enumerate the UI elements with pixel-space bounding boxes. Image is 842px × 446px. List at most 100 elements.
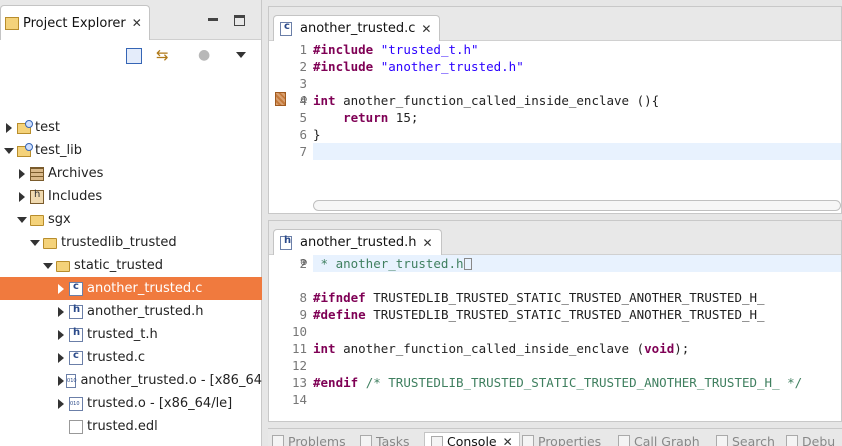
line-number: 1 [299,42,307,57]
view-menu-icon[interactable] [236,52,246,58]
tree-item[interactable]: test_lib [0,139,262,162]
chevron-right-icon[interactable] [56,329,66,340]
tree-item[interactable]: another_trusted.h [0,300,262,323]
editor-body[interactable]: 2 8 9 10 11 12 13 14 ⊕ * another_trusted.h #ifnde… [269,255,841,407]
tab-call-graph[interactable]: Call Graph [618,432,700,446]
code-line[interactable]: * another_trusted.h [313,255,841,272]
code-line[interactable] [313,391,841,408]
chevron-right-icon[interactable] [56,398,66,409]
tree-item-label: sgx [48,212,71,227]
line-number: 8 [299,290,307,305]
tab-tasks[interactable]: Tasks [360,432,410,446]
project-folder-icon [17,143,33,157]
tab-label: Properties [538,433,602,446]
line-number-gutter: 2 8 9 10 11 12 13 14 ⊕ [285,255,311,407]
chevron-right-icon[interactable] [17,191,27,202]
includes-icon [30,189,44,204]
code-line[interactable]: #define TRUSTEDLIB_TRUSTED_STATIC_TRUSTE… [313,306,841,323]
line-number: 12 [291,358,307,373]
minimize-button[interactable] [206,14,220,27]
code-line[interactable]: int another_function_called_inside_encla… [313,340,841,357]
code-area[interactable]: * another_trusted.h #ifndef TRUSTEDLIB_TR… [313,255,841,405]
code-line[interactable]: return 15; [313,109,841,126]
chevron-right-icon[interactable] [17,168,27,179]
chevron-right-icon[interactable] [56,375,65,386]
h-file-icon [69,304,83,319]
line-number: 3 [299,76,307,91]
tree-item-label: trustedlib_trusted [61,235,177,250]
code-line[interactable]: } [313,126,841,143]
edl-file-icon [69,419,83,434]
chevron-right-icon[interactable] [56,352,66,363]
code-line[interactable]: #include "trusted_t.h" [313,41,841,58]
chevron-down-icon[interactable] [17,215,27,225]
code-line[interactable]: #include "another_trusted.h" [313,58,841,75]
close-icon[interactable]: ✕ [132,16,142,30]
tree-item[interactable]: trusted.o - [x86_64/le] [0,392,262,415]
tree-item[interactable]: another_trusted.o - [x86_64 [0,369,262,392]
tree-item[interactable]: trusted.edl [0,415,262,438]
code-line[interactable] [313,357,841,374]
archives-icon [30,166,44,181]
h-file-icon [69,327,83,342]
code-line[interactable]: #ifndef TRUSTEDLIB_TRUSTED_STATIC_TRUSTE… [313,289,841,306]
tree-item[interactable]: Includes [0,185,262,208]
maximize-button[interactable] [234,15,245,26]
chevron-down-icon[interactable] [4,146,14,156]
tab-debu[interactable]: Debu [786,432,835,446]
tree-item[interactable]: sgx [0,208,262,231]
filter-icon[interactable]: ● [198,48,214,64]
project-tree: test test_lib Archives Includes sgx trustedli… [0,116,262,438]
project-explorer-icon [5,16,19,30]
tab-problems[interactable]: Problems [272,432,346,446]
code-line[interactable]: int another_function_called_inside_encla… [313,92,841,109]
project-explorer-view: Project Explorer ✕ ⇆ ● test test_lib Archi… [0,0,262,446]
tree-item[interactable]: test [0,116,262,139]
link-with-editor-icon[interactable]: ⇆ [156,48,172,64]
tasks-icon [360,435,372,446]
code-line[interactable]: #endif /* TRUSTEDLIB_TRUSTED_STATIC_TRUS… [313,374,841,391]
tree-item[interactable]: Archives [0,162,262,185]
editor-tab-title: another_trusted.c [300,21,416,36]
project-explorer-tab[interactable]: Project Explorer ✕ [0,5,150,40]
code-line[interactable] [313,272,841,289]
tab-search[interactable]: Search [716,432,775,446]
line-number: 2 [299,59,307,74]
search-icon [716,435,728,446]
close-icon[interactable]: ✕ [423,236,433,250]
tree-item[interactable]: another_trusted.c [0,277,262,300]
tree-item[interactable]: trusted.c [0,346,262,369]
collapse-all-icon[interactable] [126,48,142,64]
tab-console[interactable]: Console ✕ [424,432,520,446]
line-number: 10 [291,324,307,339]
chevron-right-icon[interactable] [4,122,14,133]
chevron-down-icon[interactable] [43,261,53,271]
collapse-fold-icon[interactable]: ⊖ [300,95,308,105]
close-icon[interactable]: ✕ [503,435,513,446]
tree-item[interactable]: static_trusted [0,254,262,277]
tree-item[interactable]: trusted_t.h [0,323,262,346]
tree-item-label: test_lib [35,143,82,158]
properties-icon [522,435,534,446]
code-line[interactable] [313,75,841,92]
tree-item[interactable]: trustedlib_trusted [0,231,262,254]
chevron-down-icon[interactable] [30,238,40,248]
expand-fold-icon[interactable]: ⊕ [300,258,308,268]
chevron-right-icon[interactable] [56,283,66,294]
close-icon[interactable]: ✕ [421,22,431,36]
code-area[interactable]: #include "trusted_t.h" #include "another_… [313,41,841,197]
editor-another-trusted-c: another_trusted.c ✕ 1234567⊖ #include "t… [268,6,842,214]
h-file-icon [280,235,292,250]
chevron-right-icon[interactable] [56,306,66,317]
editor-body[interactable]: 1 2 3 4 5 6 7 ⊖ #include "trusted_t.h" #include … [269,41,841,197]
editor-tab-another-trusted-h[interactable]: another_trusted.h ✕ [273,229,442,255]
horizontal-scrollbar[interactable] [313,200,841,211]
tab-label: Call Graph [634,433,700,446]
editor-tabbar: another_trusted.c ✕ [269,7,841,41]
code-line[interactable] [313,323,841,340]
tab-properties[interactable]: Properties [522,432,601,446]
tree-item-label: test [35,120,60,135]
editor-tab-another-trusted-c[interactable]: another_trusted.c ✕ [273,15,441,41]
code-line[interactable] [313,143,841,160]
